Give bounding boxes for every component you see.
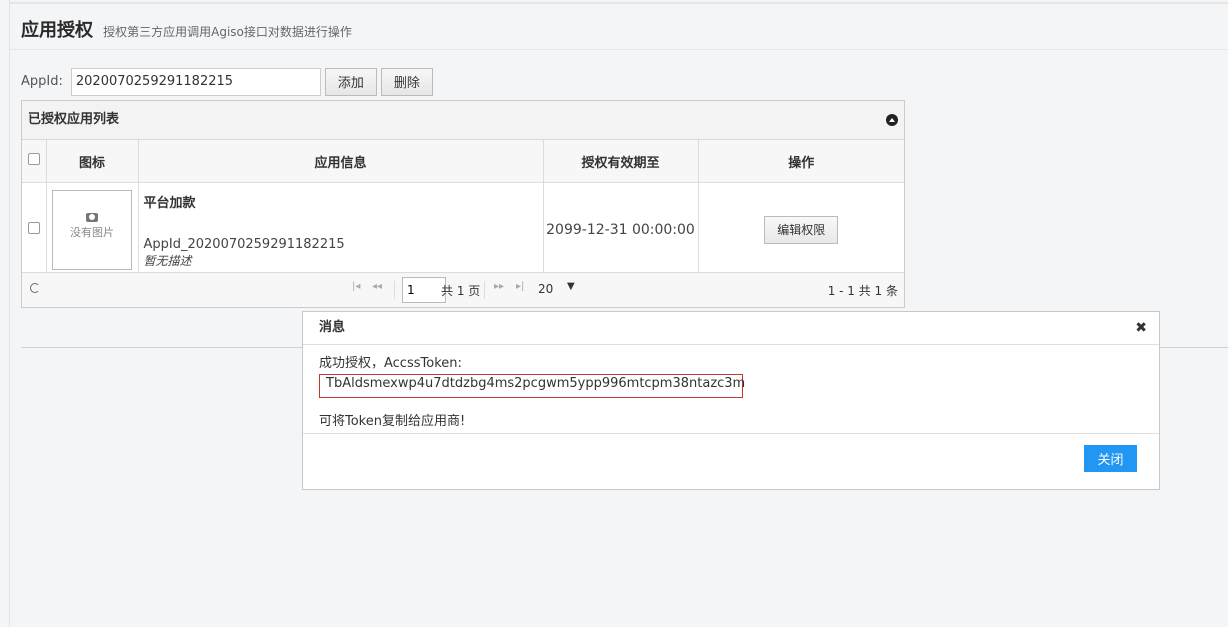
table-row: 没有图片 平台加款 AppId_2020070259291182215 暂无描述… <box>22 182 904 277</box>
chevron-down-icon[interactable]: ▼ <box>567 281 575 292</box>
total-pages: 共 1 页 <box>441 284 481 298</box>
app-name: 平台加款 <box>143 196 196 211</box>
page-size-value[interactable]: 20 <box>538 282 553 296</box>
refresh-icon[interactable] <box>30 283 40 293</box>
column-header-actions: 操作 <box>698 140 904 183</box>
page-title: 应用授权 <box>21 20 93 41</box>
message-dialog: 消息 ✖ 成功授权，AccssToken: TbAldsmexwp4u7dtdz… <box>302 311 1160 490</box>
app-image-placeholder: 没有图片 <box>52 189 132 270</box>
page-number-input[interactable] <box>402 277 446 303</box>
row-icon-cell: 没有图片 <box>46 182 139 277</box>
dialog-body: 成功授权，AccssToken: TbAldsmexwp4u7dtdzbg4ms… <box>319 352 745 429</box>
close-icon[interactable]: ✖ <box>1135 312 1147 344</box>
row-actions-cell: 编辑权限 <box>698 182 904 277</box>
add-button[interactable]: 添加 <box>324 67 377 96</box>
panel-title: 已授权应用列表 <box>28 112 120 127</box>
next-page-icon[interactable]: ▸▸ <box>494 281 504 292</box>
no-image-label: 没有图片 <box>70 225 114 239</box>
page-subtitle: 授权第三方应用调用Agiso接口对数据进行操作 <box>103 25 352 39</box>
select-all-checkbox[interactable] <box>27 153 40 165</box>
last-page-icon[interactable]: ▸| <box>516 281 524 292</box>
pager-separator <box>394 281 395 299</box>
row-select-cell <box>22 182 47 277</box>
dialog-header: 消息 ✖ <box>303 312 1159 345</box>
pager-separator <box>484 281 485 299</box>
app-description: 暂无描述 <box>143 254 192 268</box>
pagination-bar: |◂ ◂◂ 共 1 页 ▸▸ ▸| 20 ▼ 1 - 1 共 1 条 <box>22 272 904 307</box>
success-message: 成功授权，AccssToken: <box>319 356 462 371</box>
column-header-expire: 授权有效期至 <box>543 140 699 183</box>
first-page-icon[interactable]: |◂ <box>352 281 360 292</box>
panel-header: 已授权应用列表 <box>22 101 904 140</box>
close-button[interactable]: 关闭 <box>1084 445 1137 472</box>
left-border <box>9 0 10 627</box>
app-id: AppId_2020070259291182215 <box>143 237 345 252</box>
row-checkbox[interactable] <box>27 221 40 234</box>
column-header-icon: 图标 <box>46 140 139 183</box>
header-divider <box>10 49 1228 50</box>
copy-hint: 可将Token复制给应用商! <box>319 414 466 429</box>
apps-table: 图标 应用信息 授权有效期至 操作 没有图片 平台加款 AppId_202007… <box>22 140 904 277</box>
authorized-apps-panel: 已授权应用列表 图标 应用信息 授权有效期至 操作 没有图片 平台加款 AppI… <box>21 100 905 308</box>
camera-icon <box>86 212 98 222</box>
top-border <box>10 2 1228 4</box>
row-app-info-cell: 平台加款 AppId_2020070259291182215 暂无描述 <box>138 182 544 277</box>
edit-permissions-button[interactable]: 编辑权限 <box>764 215 839 244</box>
row-expire: 2099-12-31 00:00:00 <box>543 182 699 277</box>
collapse-icon[interactable] <box>886 114 898 126</box>
record-range: 1 - 1 共 1 条 <box>827 284 898 298</box>
appid-label: AppId: <box>21 74 63 89</box>
dialog-title: 消息 <box>319 320 346 335</box>
prev-page-icon[interactable]: ◂◂ <box>372 281 382 292</box>
access-token[interactable]: TbAldsmexwp4u7dtdzbg4ms2pcgwm5ypp996mtcp… <box>319 374 745 398</box>
table-header-row: 图标 应用信息 授权有效期至 操作 <box>22 140 904 183</box>
dialog-footer-divider <box>303 433 1159 434</box>
appid-input[interactable] <box>70 67 321 96</box>
select-all-cell <box>22 140 47 183</box>
column-header-app-info: 应用信息 <box>138 140 544 183</box>
page-header: 应用授权 授权第三方应用调用Agiso接口对数据进行操作 <box>21 16 352 42</box>
delete-button[interactable]: 删除 <box>380 67 433 96</box>
appid-form: AppId: 添加 删除 <box>21 67 433 96</box>
